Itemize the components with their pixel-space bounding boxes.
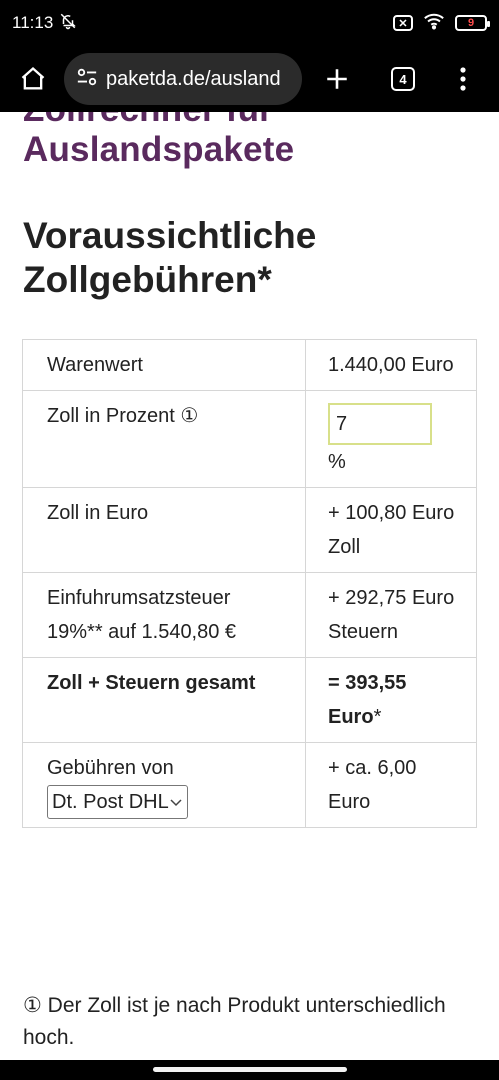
percent-unit: % (328, 451, 346, 473)
bell-muted-icon (59, 12, 77, 35)
eust-value: + 292,75 Euro Steuern (305, 572, 477, 658)
table-row: Zoll + Steuern gesamt = 393,55 Euro* (22, 657, 477, 743)
site-settings-icon[interactable] (76, 67, 98, 92)
tab-count: 4 (391, 67, 415, 91)
battery-icon: 9 (455, 15, 490, 31)
zoll-euro-value: + 100,80 Euro Zoll (305, 487, 477, 573)
zoll-prozent-label[interactable]: Zoll in Prozent ① (22, 390, 306, 488)
zoll-prozent-cell: % (305, 390, 477, 488)
gesamt-value: = 393,55 Euro (328, 672, 407, 728)
table-row: Warenwert 1.440,00 Euro (22, 339, 477, 391)
table-row: Zoll in Euro + 100,80 Euro Zoll (22, 487, 477, 573)
sim-off-icon: ✕ (393, 15, 413, 31)
home-icon (21, 66, 45, 90)
more-vert-icon (460, 67, 466, 91)
table-row: Einfuhrumsatzsteuer 19%** auf 1.540,80 €… (22, 572, 477, 658)
zoll-euro-label: Zoll in Euro (22, 487, 306, 573)
page-content: Zollrechner für Auslandspakete Voraussic… (0, 112, 499, 1060)
page-heading-text: Zollrechner für Auslandspakete (23, 112, 295, 169)
gebuehren-label: Gebühren von (47, 757, 174, 779)
status-time: 11:13 (12, 13, 54, 32)
customs-table: Warenwert 1.440,00 Euro Zoll in Prozent … (22, 339, 477, 828)
home-button[interactable] (10, 56, 56, 102)
gesamt-label: Zoll + Steuern gesamt (22, 657, 306, 743)
home-gesture-handle[interactable] (153, 1067, 347, 1072)
wifi-icon (423, 12, 445, 35)
section-heading: Voraussichtliche Zollgebühren* (23, 215, 317, 300)
carrier-select-value: Dt. Post DHL (52, 791, 169, 813)
gesamt-footnote-mark: * (373, 706, 382, 728)
page-heading: Zollrechner für Auslandspakete (23, 112, 483, 170)
carrier-select[interactable]: Dt. Post DHL (47, 785, 188, 819)
new-tab-button[interactable] (314, 56, 360, 102)
tab-switcher-button[interactable]: 4 (380, 56, 426, 102)
gesamt-cell: = 393,55 Euro* (305, 657, 477, 743)
chevron-down-icon (170, 799, 182, 807)
table-row: Gebühren von Dt. Post DHL + ca. 6,00 Eur… (22, 742, 477, 828)
menu-button[interactable] (440, 56, 486, 102)
battery-level: 9 (467, 17, 475, 29)
url-bar[interactable]: paketda.de/ausland (64, 53, 302, 105)
gebuehren-value: + ca. 6,00 Euro (305, 742, 477, 828)
plus-icon (327, 69, 347, 89)
warenwert-label: Warenwert (22, 339, 306, 391)
url-text: paketda.de/ausland (106, 67, 281, 90)
gebuehren-cell: Gebühren von Dt. Post DHL (22, 742, 306, 828)
zoll-prozent-input[interactable] (328, 403, 432, 445)
system-nav-bar (0, 1060, 499, 1080)
browser-toolbar: paketda.de/ausland 4 (0, 46, 499, 112)
eust-label: Einfuhrumsatzsteuer 19%** auf 1.540,80 € (22, 572, 306, 658)
footnote: ① Der Zoll ist je nach Produkt unterschi… (23, 994, 446, 1049)
status-bar: 11:13 ✕ 9 (0, 0, 499, 46)
warenwert-value: 1.440,00 Euro (305, 339, 477, 391)
table-row: Zoll in Prozent ① % (22, 390, 477, 488)
